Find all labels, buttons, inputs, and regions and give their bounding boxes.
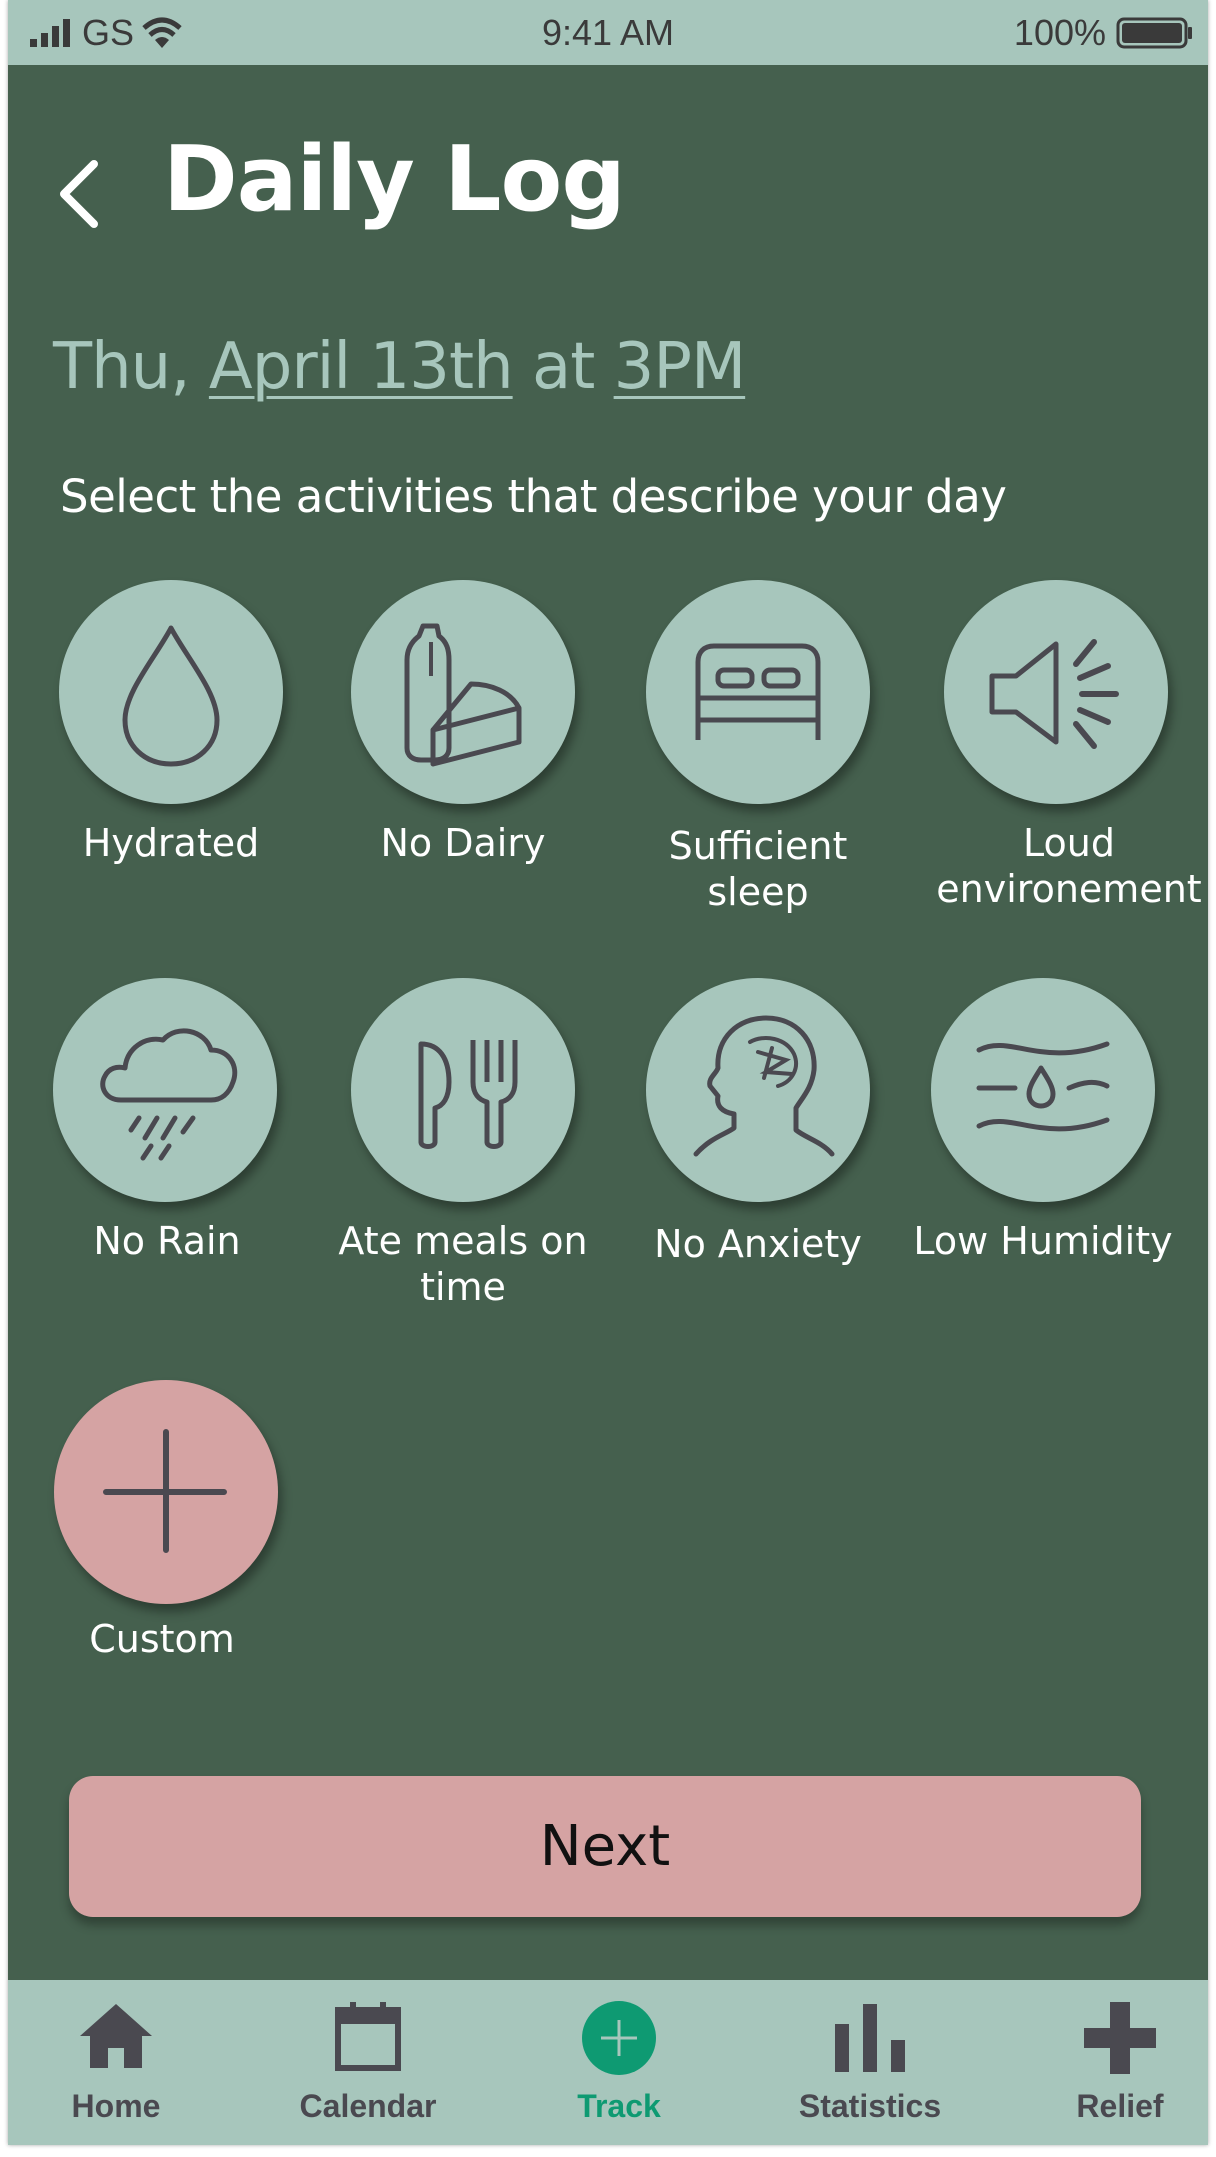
activity-circle [944,580,1168,804]
activity-circle [53,978,277,1202]
activity-custom[interactable]: Custom [54,1380,334,1680]
chevron-left-icon [60,160,98,228]
custom-circle [54,1380,278,1604]
activity-no-anxiety[interactable]: No Anxiety [646,978,926,1278]
status-right: 100% [1014,12,1194,54]
activity-circle [646,580,870,804]
home-icon [80,2004,152,2068]
date-link[interactable]: April 13th [209,330,514,404]
phone-screen: GS 9:41 AM 100% Daily Log Thu, April 13t… [8,0,1208,2145]
instruction-text: Select the activities that describe your… [60,470,1007,523]
activity-low-humidity[interactable]: Low Humidity [913,978,1208,1318]
back-button[interactable] [54,158,102,230]
time-link[interactable]: 3PM [614,330,747,404]
activity-label: Hydrated [82,821,260,865]
bar-chart-icon [835,2004,905,2072]
activity-no-rain[interactable]: No Rain [53,978,333,1278]
megaphone-icon [989,639,1119,749]
anxious-head-icon [693,1015,835,1157]
tab-label: Calendar [299,2088,437,2124]
tab-label: Relief [1076,2088,1164,2124]
page-title: Daily Log [163,127,626,232]
tab-statistics[interactable]: Statistics [760,1980,980,2145]
tab-relief[interactable]: Relief [1010,1980,1208,2145]
water-drop-icon [122,625,220,767]
rain-cloud-icon [100,1028,238,1161]
activity-no-dairy[interactable]: No Dairy [351,580,631,880]
tab-label: Track [577,2088,661,2124]
activity-circle [646,978,870,1202]
fork-knife-icon [418,1040,518,1149]
activity-label: No Rain [93,1219,241,1263]
tab-home[interactable]: Home [8,1980,226,2145]
activity-hydrated[interactable]: Hydrated [56,580,336,880]
activity-ate-meals-on-time[interactable]: Ate meals on time [338,978,631,1318]
tab-label: Statistics [798,2088,942,2124]
activity-circle [351,580,575,804]
battery-icon [1116,17,1192,49]
activity-circle [59,580,283,804]
activity-loud-environment[interactable]: Loud environement [936,580,1208,920]
tab-track[interactable]: Track [509,1980,729,2145]
next-button[interactable]: Next [69,1776,1141,1917]
milk-cheese-icon [404,623,522,767]
date-joiner: at [512,330,614,404]
tab-calendar[interactable]: Calendar [258,1980,478,2145]
activity-sufficient-sleep[interactable]: Sufficient sleep [646,580,926,920]
calendar-icon [335,2002,401,2071]
activity-label: Ate meals on time [338,1219,588,1309]
cross-icon [1084,2002,1156,2074]
battery-percent: 100% [1013,12,1106,53]
activity-label: No Anxiety [654,1222,862,1266]
date-line: Thu, April 13th at 3PM [53,330,747,404]
activity-label: No Dairy [380,821,546,865]
status-bar: GS 9:41 AM 100% [8,0,1208,65]
activity-label: Low Humidity [913,1219,1173,1263]
activity-label: Custom [89,1617,235,1661]
activity-circle [351,978,575,1202]
humidity-icon [976,1041,1110,1132]
activity-label: Loud environement [936,821,1202,911]
activity-label: Sufficient sleep [668,824,848,914]
track-plus-icon [582,2001,656,2075]
tab-label: Home [71,2088,161,2124]
activity-circle [931,978,1155,1202]
date-prefix: Thu, [53,330,209,404]
tab-bar: Home Calendar Track Statistics Relief [8,1980,1208,2145]
bed-icon [695,643,821,740]
plus-icon [103,1429,227,1553]
